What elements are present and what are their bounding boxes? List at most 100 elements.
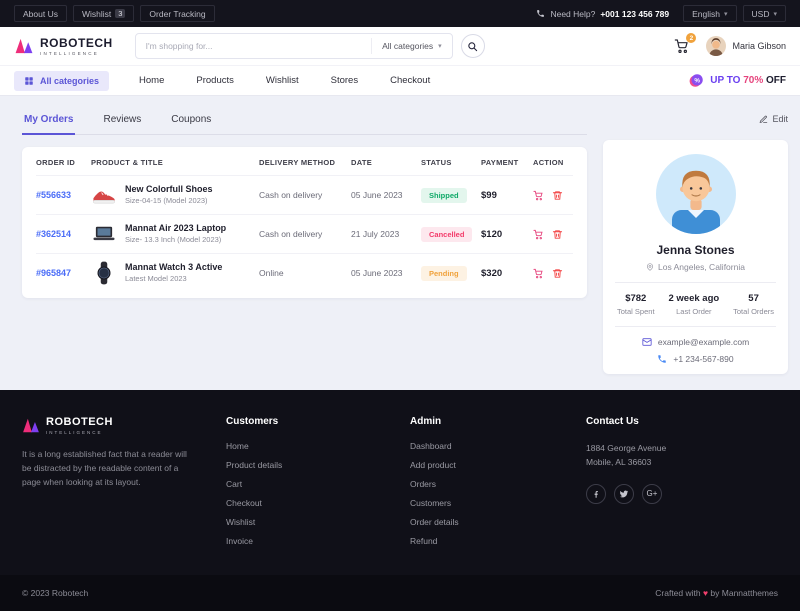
order-tracking-link[interactable]: Order Tracking — [140, 5, 215, 22]
wishlist-link[interactable]: Wishlist 3 — [72, 5, 135, 22]
delete-order-button[interactable] — [552, 268, 563, 279]
address-line-2: Mobile, AL 36603 — [586, 457, 652, 468]
cart-button[interactable]: 2 — [674, 33, 697, 54]
topbar-links: About Us Wishlist 3 Order Tracking — [14, 5, 215, 22]
add-to-cart-button[interactable] — [533, 268, 544, 279]
product-subtitle: Latest Model 2023 — [125, 273, 187, 283]
table-row: #362514 Mannat Air 2023 Laptop Size- 13.… — [36, 214, 573, 253]
product-text: Mannat Watch 3 Active Latest Model 2023 — [125, 262, 222, 283]
phone-icon — [658, 355, 667, 363]
add-to-cart-button[interactable] — [533, 229, 544, 240]
nav-item-wishlist[interactable]: Wishlist — [266, 75, 299, 86]
edit-profile-button[interactable]: Edit — [603, 106, 788, 132]
nav-menu: Home Products Wishlist Stores Checkout — [139, 75, 430, 86]
brand-name: ROBOTECH — [40, 35, 113, 50]
wishlist-label: Wishlist — [81, 8, 112, 19]
footer-column-customers: Customers Home Product details Cart Chec… — [226, 416, 374, 555]
footer-link-customers[interactable]: Customers — [410, 498, 550, 508]
payment-amount: $99 — [481, 189, 497, 201]
profile-card: Jenna Stones Los Angeles, California $78… — [603, 140, 788, 374]
location-pin-icon — [647, 263, 654, 271]
profile-phone[interactable]: +1 234-567-890 — [673, 354, 733, 364]
product-title[interactable]: New Colorfull Shoes — [125, 184, 213, 196]
cart-icon — [533, 229, 543, 239]
delete-order-button[interactable] — [552, 229, 563, 240]
footer-link-refund[interactable]: Refund — [410, 536, 550, 546]
nav-item-checkout[interactable]: Checkout — [390, 75, 430, 86]
facebook-button[interactable] — [586, 483, 606, 504]
currency-select[interactable]: USD ▾ — [742, 5, 786, 22]
brand-logo-icon — [15, 38, 33, 54]
table-row: #556633 New Colorfull Shoes Size-04-15 (… — [36, 175, 573, 214]
tab-reviews[interactable]: Reviews — [101, 106, 143, 134]
footer-link-checkout[interactable]: Checkout — [226, 498, 374, 508]
footer-link-order-details[interactable]: Order details — [410, 517, 550, 527]
header-date: DATE — [351, 157, 373, 167]
footer-link-orders[interactable]: Orders — [410, 479, 550, 489]
nav-item-products[interactable]: Products — [196, 75, 234, 86]
search-button[interactable] — [460, 34, 485, 58]
footer-link-invoice[interactable]: Invoice — [226, 536, 374, 546]
nav-item-home[interactable]: Home — [139, 75, 164, 86]
search-category-select[interactable]: All categories ▾ — [371, 38, 452, 54]
status-badge: Pending — [421, 265, 467, 281]
nav-item-stores[interactable]: Stores — [331, 75, 358, 86]
footer-link-cart[interactable]: Cart — [226, 479, 374, 489]
google-plus-button[interactable]: G+ — [642, 483, 662, 504]
chevron-down-icon: ▾ — [438, 43, 442, 50]
language-value: English — [692, 8, 721, 19]
promo-prefix: UP TO — [710, 75, 741, 86]
footer-link-product-details[interactable]: Product details — [226, 460, 374, 470]
cart-icon — [533, 190, 543, 200]
order-id-link[interactable]: #362514 — [36, 229, 71, 239]
payment-amount: $120 — [481, 228, 503, 240]
footer-link-home[interactable]: Home — [226, 441, 374, 451]
grid-icon — [25, 76, 33, 85]
language-select[interactable]: English ▾ — [683, 5, 737, 22]
profile-phone-row: +1 234-567-890 — [615, 354, 776, 364]
tab-my-orders[interactable]: My Orders — [22, 106, 76, 135]
header-payment: PAYMENT — [481, 157, 519, 167]
address-line-1: 1884 George Avenue — [586, 443, 667, 453]
delete-order-button[interactable] — [552, 190, 563, 201]
footer: ROBOTECH INTELLIGENCE It is a long estab… — [0, 390, 800, 611]
order-tracking-label: Order Tracking — [149, 8, 206, 19]
heart-icon: ♥ — [703, 588, 709, 598]
main-content: My Orders Reviews Coupons ORDER ID PRODU… — [0, 96, 800, 390]
footer-link-wishlist[interactable]: Wishlist — [226, 517, 374, 527]
footer-about-text: It is a long established fact that a rea… — [22, 449, 187, 488]
crafted-prefix: Crafted with — [655, 588, 701, 598]
stat-last-order: 2 week ago Last Order — [668, 293, 719, 316]
status-badge: Cancelled — [421, 226, 473, 242]
order-id-link[interactable]: #556633 — [36, 190, 71, 200]
brand-subtitle: INTELLIGENCE — [40, 50, 99, 56]
stat-label: Total Orders — [733, 307, 774, 316]
about-us-link[interactable]: About Us — [14, 5, 67, 22]
nav-bar: All categories Home Products Wishlist St… — [0, 65, 800, 96]
product-title[interactable]: Mannat Watch 3 Active — [125, 262, 222, 274]
pencil-icon — [760, 115, 768, 123]
stat-label: Total Spent — [617, 307, 655, 316]
search-input[interactable] — [135, 41, 372, 51]
twitter-button[interactable] — [614, 483, 634, 504]
all-categories-button[interactable]: All categories — [14, 70, 110, 91]
crafted-by-text: Crafted with ♥ by Mannatthemes — [655, 588, 778, 598]
footer-link-dashboard[interactable]: Dashboard — [410, 441, 550, 451]
profile-stats: $782 Total Spent 2 week ago Last Order 57 T… — [615, 293, 776, 316]
footer-brand-subtitle: INTELLIGENCE — [46, 430, 103, 435]
add-to-cart-button[interactable] — [533, 190, 544, 201]
order-id-link[interactable]: #965847 — [36, 268, 71, 278]
header-order-id: ORDER ID — [36, 157, 76, 167]
profile-email[interactable]: example@example.com — [658, 337, 749, 347]
product-title[interactable]: Mannat Air 2023 Laptop — [125, 223, 226, 235]
brand-logo[interactable]: ROBOTECH INTELLIGENCE — [14, 37, 113, 56]
svg-text:%: % — [695, 77, 701, 84]
discount-badge-icon: % — [689, 74, 703, 87]
tab-coupons[interactable]: Coupons — [169, 106, 213, 134]
help-phone-number[interactable]: +001 123 456 789 — [600, 9, 669, 19]
stat-total-spent: $782 Total Spent — [617, 293, 655, 316]
footer-link-add-product[interactable]: Add product — [410, 460, 550, 470]
footer-column-title: Contact Us — [586, 416, 639, 427]
search-icon — [468, 41, 478, 51]
user-menu[interactable]: Maria Gibson — [706, 36, 786, 56]
